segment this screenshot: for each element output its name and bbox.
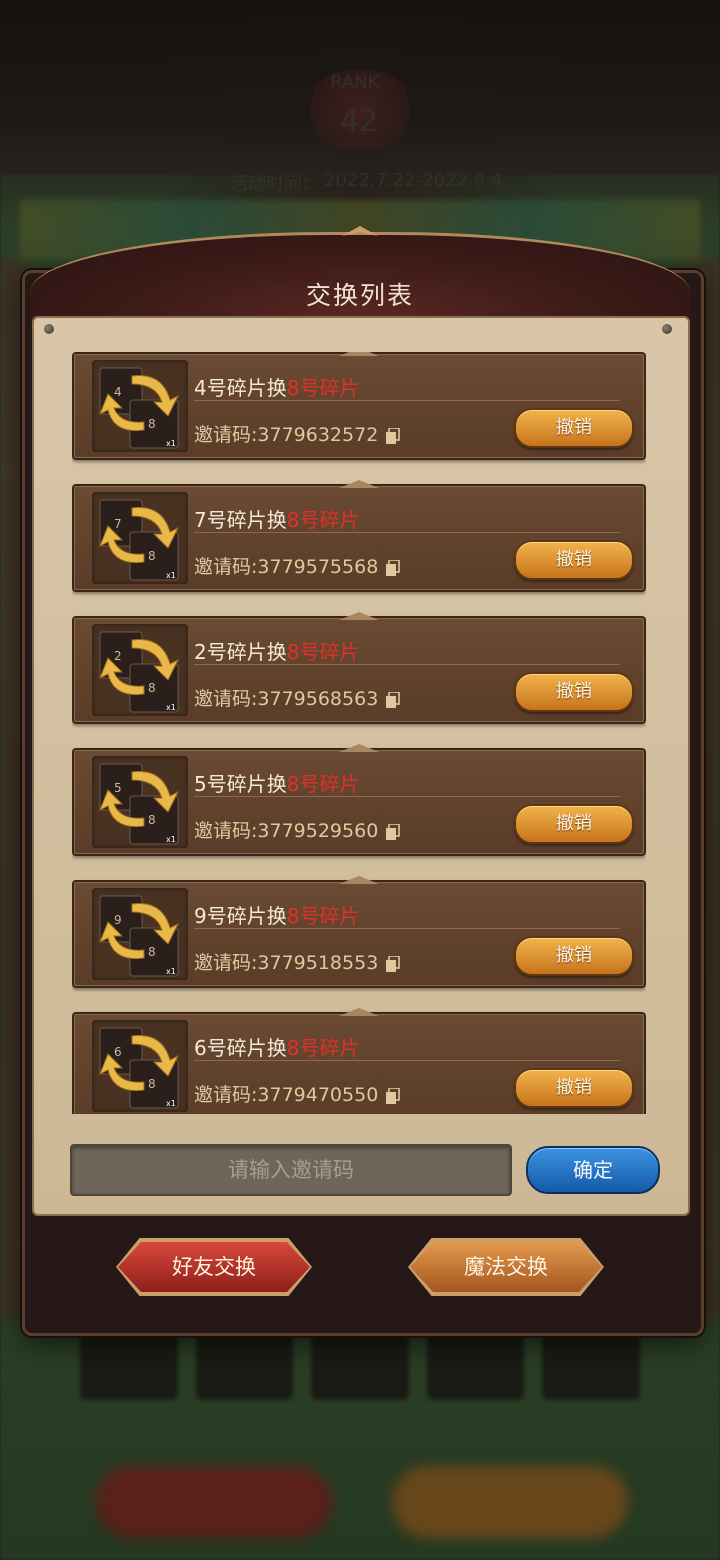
svg-text:7: 7 [114,517,122,531]
invite-code: 邀请码:3779518553 [194,948,401,975]
card-ornament-icon [339,744,379,752]
confirm-button[interactable]: 确定 [526,1146,660,1194]
exchange-title: 6号碎片换8号碎片 [194,1036,360,1060]
svg-text:4: 4 [114,385,122,399]
invite-code-input[interactable]: 请输入邀请码 [70,1144,512,1196]
svg-text:6: 6 [114,1045,122,1059]
revoke-button[interactable]: 撤销 [514,804,634,844]
svg-text:9: 9 [114,913,122,927]
exchange-card: 7 8 x1 7号碎片换8号碎片 邀请码:3779575568 撤销 [72,480,646,592]
svg-text:8: 8 [148,417,156,431]
exchange-title: 7号碎片换8号碎片 [194,508,360,532]
revoke-button[interactable]: 撤销 [514,672,634,712]
exchange-card: 2 8 x1 2号碎片换8号碎片 邀请码:3779568563 撤销 [72,612,646,724]
target-fragment: 8号碎片 [286,1036,360,1060]
card-ornament-icon [339,480,379,488]
exchange-title: 5号碎片换8号碎片 [194,772,360,796]
friend-exchange-button[interactable]: 好友交换 [118,1242,310,1292]
divider [194,400,620,401]
svg-text:8: 8 [148,813,156,827]
divider [194,928,620,929]
exchange-list-modal: 交换列表 4 8 x1 4号碎片换8号碎片 邀请码:3779632572 撤销 … [22,226,704,1336]
invite-code: 邀请码:3779529560 [194,816,401,843]
svg-text:5: 5 [114,781,122,795]
fragment-exchange-icon: 2 8 x1 [92,624,188,716]
exchange-title: 4号碎片换8号碎片 [194,376,360,400]
target-fragment: 8号碎片 [286,640,360,664]
copy-icon[interactable] [386,1087,401,1104]
copy-icon[interactable] [386,955,401,972]
fragment-exchange-icon: 4 8 x1 [92,360,188,452]
revoke-button[interactable]: 撤销 [514,408,634,448]
exchange-card: 5 8 x1 5号碎片换8号碎片 邀请码:3779529560 撤销 [72,744,646,856]
exchange-title: 2号碎片换8号碎片 [194,640,360,664]
exchange-card: 9 8 x1 9号碎片换8号碎片 邀请码:3779518553 撤销 [72,876,646,988]
revoke-button[interactable]: 撤销 [514,540,634,580]
fragment-exchange-icon: 6 8 x1 [92,1020,188,1112]
svg-text:x1: x1 [166,967,176,976]
exchange-list[interactable]: 4 8 x1 4号碎片换8号碎片 邀请码:3779632572 撤销 7 8 x… [72,352,646,1114]
svg-text:x1: x1 [166,1099,176,1108]
target-fragment: 8号碎片 [286,508,360,532]
magic-exchange-button[interactable]: 魔法交换 [410,1242,602,1292]
divider [194,532,620,533]
invite-code: 邀请码:3779632572 [194,420,401,447]
target-fragment: 8号碎片 [286,772,360,796]
svg-text:x1: x1 [166,571,176,580]
exchange-title: 9号碎片换8号碎片 [194,904,360,928]
card-ornament-icon [339,1008,379,1016]
fragment-exchange-icon: 5 8 x1 [92,756,188,848]
modal-title: 交换列表 [305,281,414,310]
divider [194,796,620,797]
card-ornament-icon [339,876,379,884]
copy-icon[interactable] [386,691,401,708]
revoke-button[interactable]: 撤销 [514,1068,634,1108]
copy-icon[interactable] [386,427,401,444]
fragment-exchange-icon: 7 8 x1 [92,492,188,584]
copy-icon[interactable] [386,823,401,840]
header-ornament-icon [342,226,378,236]
svg-text:x1: x1 [166,439,176,448]
card-ornament-icon [339,612,379,620]
exchange-card: 6 8 x1 6号碎片换8号碎片 邀请码:3779470550 撤销 [72,1008,646,1114]
divider [194,1060,620,1061]
fragment-exchange-icon: 9 8 x1 [92,888,188,980]
svg-text:x1: x1 [166,835,176,844]
exchange-card: 4 8 x1 4号碎片换8号碎片 邀请码:3779632572 撤销 [72,352,646,460]
copy-icon[interactable] [386,559,401,576]
revoke-button[interactable]: 撤销 [514,936,634,976]
target-fragment: 8号碎片 [286,376,360,400]
svg-text:8: 8 [148,549,156,563]
target-fragment: 8号碎片 [286,904,360,928]
rivet-icon [662,324,672,334]
invite-code: 邀请码:3779470550 [194,1080,401,1107]
svg-text:2: 2 [114,649,122,663]
svg-text:8: 8 [148,1077,156,1091]
svg-text:8: 8 [148,681,156,695]
invite-code: 邀请码:3779575568 [194,552,401,579]
svg-text:8: 8 [148,945,156,959]
svg-text:x1: x1 [166,703,176,712]
divider [194,664,620,665]
card-ornament-icon [339,352,379,356]
invite-code: 邀请码:3779568563 [194,684,401,711]
rivet-icon [44,324,54,334]
